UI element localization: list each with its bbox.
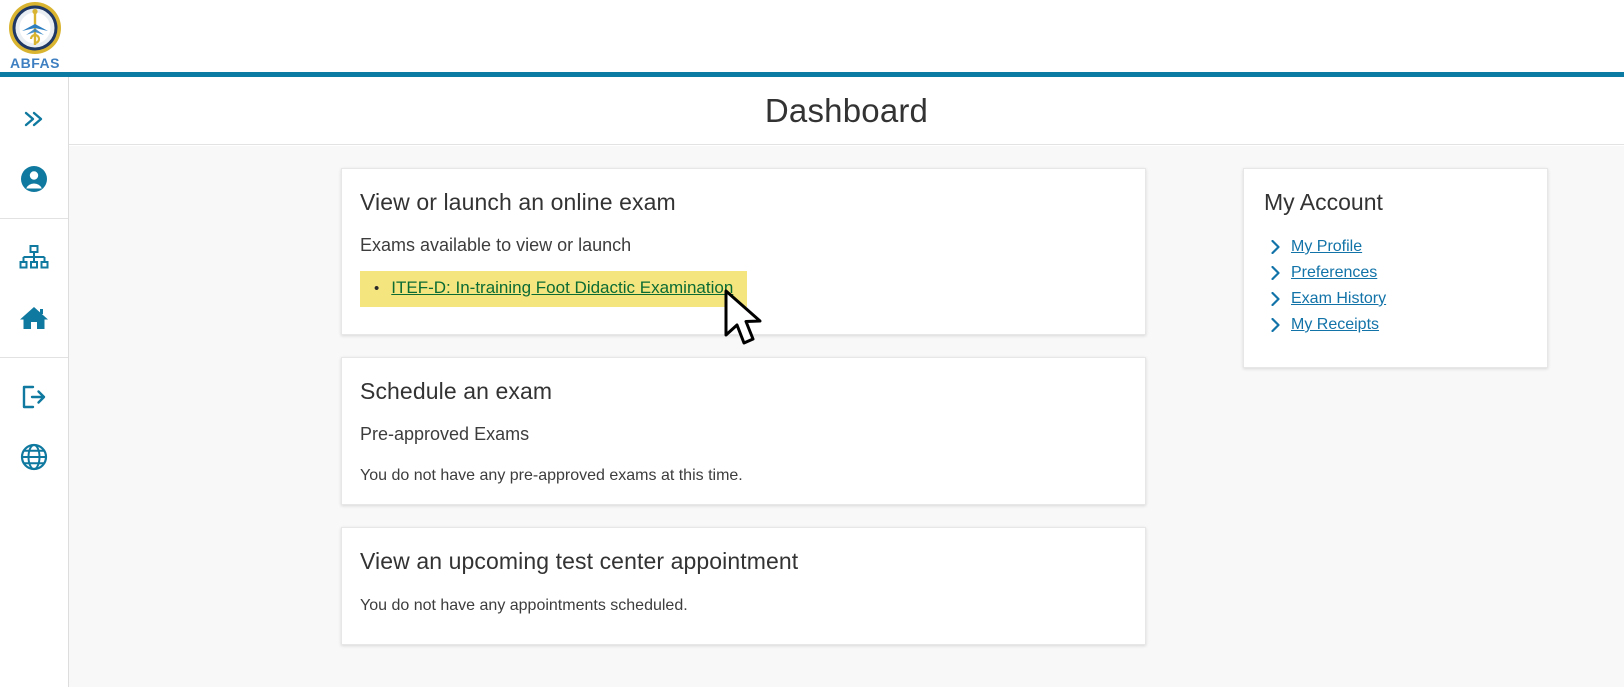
main-content: View or launch an online exam Exams avai… [69, 146, 1624, 687]
chevron-right-icon [1268, 240, 1282, 254]
brand-wordmark: ABFAS [10, 55, 60, 71]
sitemap-icon [19, 245, 49, 269]
icon-sidebar [0, 77, 69, 687]
brand-logo[interactable]: ABFAS [4, 1, 66, 73]
my-account-link-label[interactable]: My Receipts [1291, 316, 1379, 334]
exam-list: • ITEF-D: In-training Foot Didactic Exam… [360, 271, 1145, 307]
top-brand-bar: ABFAS [0, 0, 1624, 72]
card-schedule-exam-subtitle: Pre-approved Exams [360, 424, 530, 444]
card-online-exam: View or launch an online exam Exams avai… [341, 168, 1146, 335]
my-account-links: My Profile Preferences Exam History My R… [1268, 234, 1547, 338]
card-schedule-exam: Schedule an exam Pre-approved Exams You … [341, 357, 1146, 505]
chevron-right-icon [1268, 266, 1282, 280]
chevron-right-icon [1268, 292, 1282, 306]
card-my-account: My Account My Profile Preferences Exam H… [1243, 168, 1548, 368]
card-schedule-exam-note: You do not have any pre-approved exams a… [360, 467, 743, 484]
my-account-item-preferences[interactable]: Preferences [1268, 260, 1547, 286]
home-icon [20, 307, 48, 329]
my-account-item-my-profile[interactable]: My Profile [1268, 234, 1547, 260]
my-account-link-label[interactable]: My Profile [1291, 238, 1362, 256]
globe-icon [20, 443, 48, 471]
exam-launch-link[interactable]: ITEF-D: In-training Foot Didactic Examin… [391, 278, 733, 298]
sidebar-item-organization[interactable] [0, 228, 68, 288]
abfas-seal-logo [9, 2, 61, 54]
exam-list-item-highlighted: • ITEF-D: In-training Foot Didactic Exam… [360, 271, 748, 307]
sidebar-item-account[interactable] [0, 149, 68, 209]
my-account-title: My Account [1264, 189, 1383, 215]
user-account-icon [21, 166, 47, 192]
double-chevron-right-icon [24, 111, 43, 127]
card-test-center: View an upcoming test center appointment… [341, 527, 1146, 645]
my-account-link-label[interactable]: Exam History [1291, 290, 1386, 308]
card-test-center-note: You do not have any appointments schedul… [360, 597, 688, 614]
chevron-right-icon [1268, 318, 1282, 332]
list-bullet-icon: • [374, 280, 380, 297]
card-online-exam-subtitle: Exams available to view or launch [360, 235, 632, 255]
page-title: Dashboard [764, 91, 929, 129]
card-schedule-exam-title: Schedule an exam [360, 378, 553, 404]
sidebar-item-expand-menu[interactable] [0, 89, 68, 149]
sidebar-item-language[interactable] [0, 427, 68, 487]
my-account-item-my-receipts[interactable]: My Receipts [1268, 312, 1547, 338]
sidebar-item-home[interactable] [0, 288, 68, 348]
page-header: Dashboard [69, 77, 1624, 145]
card-online-exam-title: View or launch an online exam [360, 189, 676, 215]
my-account-link-label[interactable]: Preferences [1291, 264, 1377, 282]
logout-icon [22, 385, 46, 409]
my-account-item-exam-history[interactable]: Exam History [1268, 286, 1547, 312]
sidebar-item-logout[interactable] [0, 367, 68, 427]
card-test-center-title: View an upcoming test center appointment [360, 548, 799, 574]
